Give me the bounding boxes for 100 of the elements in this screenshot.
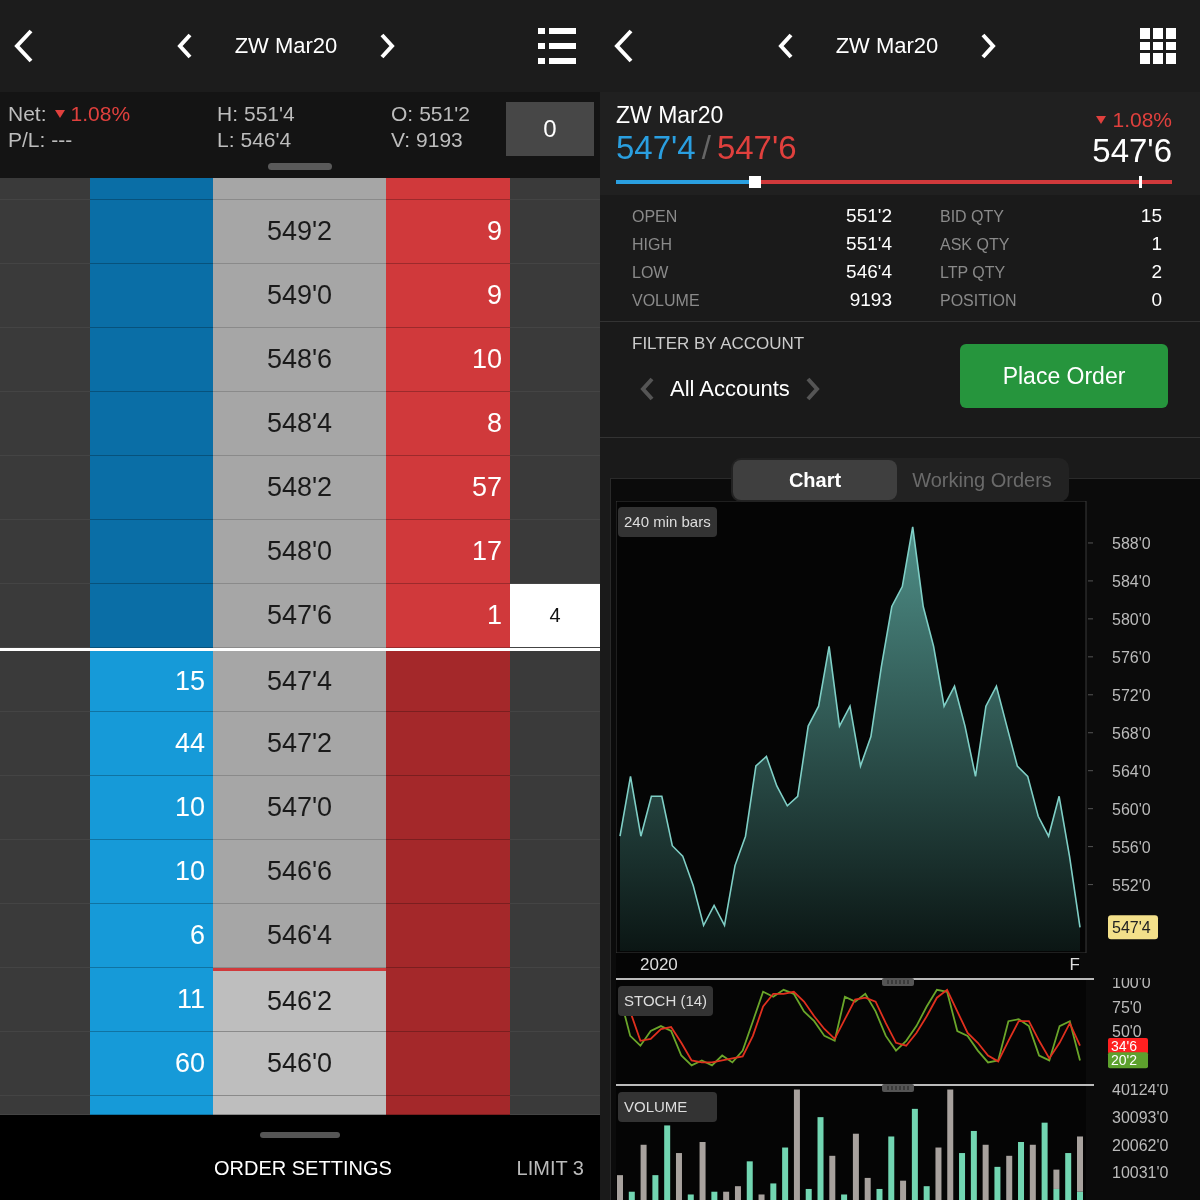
menu-icon[interactable] xyxy=(538,28,576,64)
bid-cell[interactable] xyxy=(90,264,213,328)
tab[interactable]: Chart xyxy=(733,460,897,500)
ask-cell[interactable]: 17 xyxy=(386,520,510,584)
back-icon[interactable] xyxy=(614,29,634,63)
price-cell: 546'4 xyxy=(213,904,386,968)
volume-bar xyxy=(628,1191,635,1200)
axis-label: 572'0 xyxy=(1112,686,1151,704)
bid-cell[interactable]: 6 xyxy=(90,904,213,968)
interval-badge: 240 min bars xyxy=(618,507,717,537)
order-type-label[interactable]: LIMIT 3 xyxy=(516,1157,584,1180)
bid-cell[interactable]: 15 xyxy=(90,651,213,712)
ask-cell[interactable] xyxy=(386,651,510,712)
ask-cell[interactable]: 57 xyxy=(386,456,510,520)
axis-label: 50'0 xyxy=(1112,1023,1142,1040)
tab[interactable]: Working Orders xyxy=(897,460,1067,500)
volume-bar xyxy=(994,1166,1001,1200)
bid-cell[interactable] xyxy=(90,200,213,264)
ask-cell[interactable]: 10 xyxy=(386,328,510,392)
volume-bar xyxy=(652,1175,659,1200)
ask-cell[interactable] xyxy=(386,712,510,776)
ask-cell[interactable]: 9 xyxy=(386,264,510,328)
stat-value: 15 xyxy=(1139,205,1162,227)
axis-label: 588'0 xyxy=(1112,534,1151,552)
ask-cell[interactable] xyxy=(386,840,510,904)
price-cell: 548'0 xyxy=(213,520,386,584)
order-settings-button[interactable]: ORDER SETTINGS xyxy=(214,1157,392,1180)
volume-bar xyxy=(841,1194,848,1200)
price-cell: 547'4 xyxy=(213,651,386,712)
working-order-cell[interactable]: 4 xyxy=(510,584,600,648)
back-icon[interactable] xyxy=(14,29,34,63)
value-tag: 34'6 xyxy=(1108,1037,1148,1054)
volume-bar xyxy=(1029,1144,1036,1200)
drag-handle[interactable] xyxy=(260,1132,340,1138)
grid-icon[interactable] xyxy=(1140,28,1176,64)
open-value: 551'2 xyxy=(419,102,470,126)
price-cell: 548'6 xyxy=(213,328,386,392)
volume-bar xyxy=(734,1186,741,1200)
bid-cell[interactable] xyxy=(90,178,213,200)
account-selector[interactable]: All Accounts xyxy=(670,376,790,402)
volume-bar xyxy=(829,1155,836,1200)
bid-cell[interactable]: 11 xyxy=(90,968,213,1032)
stat-value: 2 xyxy=(1150,261,1162,283)
drag-handle[interactable] xyxy=(268,163,332,170)
ask-cell[interactable] xyxy=(386,1032,510,1096)
stat-value: 546'4 xyxy=(845,261,892,283)
bid-cell[interactable] xyxy=(90,328,213,392)
ask-cell[interactable]: 1 xyxy=(386,584,510,648)
bid-cell[interactable] xyxy=(90,456,213,520)
volume-value: 9193 xyxy=(416,128,463,152)
ask-cell[interactable] xyxy=(386,904,510,968)
ask-cell[interactable]: 9 xyxy=(386,200,510,264)
volume-bar xyxy=(675,1153,682,1200)
position-box: 0 xyxy=(506,102,594,156)
bid-cell[interactable]: 60 xyxy=(90,1032,213,1096)
ask-cell[interactable] xyxy=(386,1096,510,1115)
bid-cell[interactable] xyxy=(90,584,213,648)
axis-label: 20062'0 xyxy=(1112,1136,1169,1154)
ask-cell[interactable] xyxy=(386,776,510,840)
stat-label: LOW xyxy=(632,264,670,282)
bid-cell[interactable]: 10 xyxy=(90,840,213,904)
resize-handle-icon[interactable] xyxy=(882,978,914,986)
price-tag: 547'4 xyxy=(1108,915,1158,940)
stat-label: HIGH xyxy=(632,236,673,254)
ask-cell[interactable] xyxy=(386,968,510,1032)
price-cell: 549'2 xyxy=(213,200,386,264)
low-value: 546'4 xyxy=(240,128,292,152)
contract-title: ZW Mar20 xyxy=(835,33,939,59)
axis-label: 556'0 xyxy=(1112,838,1151,856)
ask-cell[interactable]: 8 xyxy=(386,392,510,456)
place-order-button[interactable]: Place Order xyxy=(960,344,1168,408)
bid-cell[interactable] xyxy=(90,392,213,456)
bid-cell[interactable]: 44 xyxy=(90,712,213,776)
stat-label: POSITION xyxy=(940,292,1018,310)
volume-bar xyxy=(1065,1153,1072,1200)
bid-cell[interactable]: 10 xyxy=(90,776,213,840)
stat-label: LTP QTY xyxy=(940,264,1007,282)
change-percent: 1.08% xyxy=(1112,108,1172,132)
axis-label: 2020 xyxy=(640,955,678,975)
volume-bar xyxy=(970,1130,977,1200)
price-cell: 547'6 xyxy=(213,584,386,648)
volume-bar xyxy=(782,1147,789,1200)
volume-bar xyxy=(711,1191,718,1200)
ask-cell[interactable] xyxy=(386,178,510,200)
axis-label: 30093'0 xyxy=(1112,1108,1169,1126)
price-cell: 547'2 xyxy=(213,712,386,776)
stat-label: VOLUME xyxy=(632,292,701,310)
axis-label: 40124'0 xyxy=(1112,1084,1169,1099)
low-label: L: xyxy=(217,128,235,152)
resize-handle-icon[interactable] xyxy=(882,1084,914,1092)
volume-bar xyxy=(888,1136,895,1200)
contract-title: ZW Mar20 xyxy=(234,33,338,59)
stat-value: 9193 xyxy=(848,289,892,311)
volume-bar xyxy=(982,1144,989,1200)
volume-bar xyxy=(1006,1155,1013,1200)
net-change: 1.08% xyxy=(70,102,131,126)
bid-cell[interactable] xyxy=(90,520,213,584)
bid-cell[interactable] xyxy=(90,1096,213,1115)
axis-label: 552'0 xyxy=(1112,876,1151,894)
price-cell: 546'0 xyxy=(213,1032,386,1096)
